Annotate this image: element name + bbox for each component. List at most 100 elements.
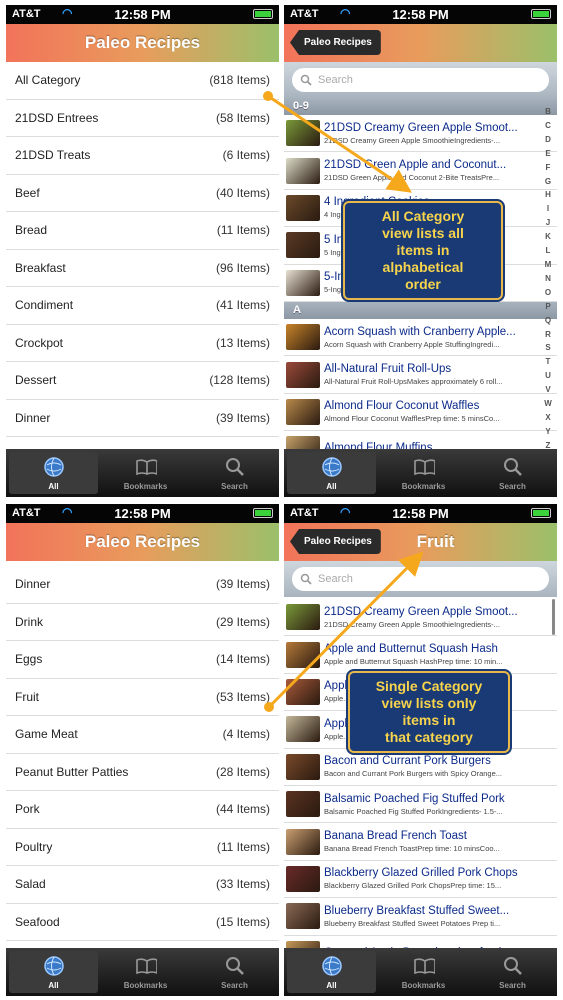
category-row[interactable]: Dessert (128 Items)	[6, 362, 279, 400]
recipe-text: Almond Flour Coconut Waffles Almond Flour…	[324, 400, 532, 423]
index-letter[interactable]: N	[541, 272, 555, 286]
tab-all[interactable]: All	[9, 452, 98, 494]
search-input[interactable]: Search	[292, 68, 549, 92]
category-list: All Category (818 Items) 21DSD Entrees (58 …	[6, 62, 279, 449]
back-button[interactable]: Paleo Recipes	[290, 30, 381, 55]
category-row[interactable]: 21DSD Treats (6 Items)	[6, 137, 279, 175]
category-row[interactable]: Beef (40 Items)	[6, 175, 279, 212]
recipe-text: Banana Bread French Toast Banana Bread Fr…	[324, 830, 532, 853]
tab-all[interactable]: All	[287, 951, 376, 993]
index-letter[interactable]: W	[541, 397, 555, 411]
category-row[interactable]: Dinner (39 Items)	[6, 400, 279, 437]
index-letter[interactable]: V	[541, 383, 555, 397]
tab-bookmarks[interactable]: Bookmarks	[101, 948, 190, 996]
tab-search[interactable]: Search	[190, 948, 279, 996]
alphabet-index[interactable]: BCDEFGHIJKLMNOPQRSTUVWXYZ	[541, 105, 555, 453]
category-row[interactable]: Fruit (53 Items)	[6, 679, 279, 716]
index-letter[interactable]: R	[541, 328, 555, 342]
callout-line: Single Category	[375, 678, 483, 694]
index-letter[interactable]: B	[541, 105, 555, 119]
recipe-row[interactable]: Apple and Butternut Squash Hash Apple and…	[284, 636, 557, 674]
tab-bookmarks[interactable]: Bookmarks	[101, 449, 190, 497]
recipe-text: Balsamic Poached Fig Stuffed Pork Balsami…	[324, 793, 532, 816]
recipe-subtitle: Banana Bread French ToastPrep time: 10 m…	[324, 844, 500, 854]
tab-all[interactable]: All	[9, 951, 98, 993]
category-row[interactable]: Condiment (41 Items)	[6, 287, 279, 325]
index-letter[interactable]: X	[541, 411, 555, 425]
recipe-row[interactable]: 21DSD Creamy Green Apple Smoot... 21DSD C…	[284, 115, 557, 153]
tab-search[interactable]: Search	[468, 449, 557, 497]
index-letter[interactable]: E	[541, 147, 555, 161]
recipe-thumbnail	[286, 903, 320, 930]
index-letter[interactable]: O	[541, 286, 555, 300]
index-letter[interactable]: K	[541, 230, 555, 244]
index-letter[interactable]: J	[541, 216, 555, 230]
index-letter[interactable]: U	[541, 369, 555, 383]
category-row[interactable]: Poultry (11 Items)	[6, 829, 279, 866]
recipe-row[interactable]: Acorn Squash with Cranberry Apple... Acor…	[284, 319, 557, 357]
index-letter[interactable]: L	[541, 244, 555, 258]
index-letter[interactable]: T	[541, 355, 555, 369]
recipe-row[interactable]: Banana Bread French Toast Banana Bread Fr…	[284, 823, 557, 861]
recipe-row[interactable]: Blackberry Glazed Grilled Pork Chops Blac…	[284, 861, 557, 899]
index-letter[interactable]: S	[541, 341, 555, 355]
recipe-row[interactable]: Almond Flour Muffins	[284, 431, 557, 449]
index-letter[interactable]: D	[541, 133, 555, 147]
category-row[interactable]: Drink (29 Items)	[6, 604, 279, 641]
recipe-row[interactable]: Balsamic Poached Fig Stuffed Pork Balsami…	[284, 786, 557, 824]
index-letter[interactable]: Q	[541, 314, 555, 328]
index-letter[interactable]: H	[541, 188, 555, 202]
tab-search[interactable]: Search	[468, 948, 557, 996]
recipe-text: Apple and Butternut Squash Hash Apple and…	[324, 643, 532, 666]
recipe-row[interactable]: Caramel Apple Pancakes (nut free)	[284, 936, 557, 948]
category-row[interactable]: 21DSD Entrees (58 Items)	[6, 100, 279, 137]
tab-bookmarks[interactable]: Bookmarks	[379, 948, 468, 996]
recipe-row[interactable]: 21DSD Green Apple and Coconut... 21DSD Gr…	[284, 152, 557, 190]
recipe-text: 21DSD Creamy Green Apple Smoot... 21DSD C…	[324, 122, 532, 145]
search-input[interactable]: Search	[292, 567, 549, 591]
recipe-row[interactable]: Blueberry Breakfast Stuffed Sweet... Blue…	[284, 898, 557, 936]
tab-label: All	[48, 980, 59, 990]
tab-label: All	[48, 481, 59, 491]
category-row[interactable]: Seafood (15 Items)	[6, 904, 279, 941]
index-letter[interactable]: P	[541, 300, 555, 314]
index-letter[interactable]: C	[541, 119, 555, 133]
category-row[interactable]: Pork (44 Items)	[6, 791, 279, 829]
category-row[interactable]: Eggs (14 Items)	[6, 641, 279, 679]
category-name: Eggs	[15, 652, 43, 667]
tab-label: Bookmarks	[123, 980, 168, 990]
index-letter[interactable]: I	[541, 202, 555, 216]
recipe-row[interactable]: All-Natural Fruit Roll-Ups All-Natural Fr…	[284, 356, 557, 394]
tab-bookmarks[interactable]: Bookmarks	[379, 449, 468, 497]
category-row[interactable]: Peanut Butter Patties (28 Items)	[6, 754, 279, 791]
index-letter[interactable]: M	[541, 258, 555, 272]
recipe-row[interactable]: 21DSD Creamy Green Apple Smoot... 21DSD C…	[284, 599, 557, 637]
category-count: (41 Items)	[215, 298, 270, 313]
recipe-row[interactable]: Almond Flour Coconut Waffles Almond Flour…	[284, 394, 557, 432]
tab-all[interactable]: All	[287, 452, 376, 494]
page-title: Fruit	[416, 532, 455, 551]
recipe-title: 21DSD Green Apple and Coconut...	[324, 159, 507, 172]
index-letter[interactable]: F	[541, 161, 555, 175]
recipe-row[interactable]: Bacon and Currant Pork Burgers Bacon and …	[284, 749, 557, 786]
tab-search[interactable]: Search	[190, 449, 279, 497]
back-button[interactable]: Paleo Recipes	[290, 529, 381, 554]
category-count: (6 Items)	[222, 148, 270, 163]
category-row[interactable]: Game Meat (4 Items)	[6, 716, 279, 754]
category-row[interactable]: All Category (818 Items)	[6, 62, 279, 100]
recipe-thumbnail	[286, 361, 320, 388]
recipe-thumbnail	[286, 753, 320, 780]
category-row[interactable]: Salad (33 Items)	[6, 866, 279, 904]
category-row[interactable]: Dinner (39 Items)	[6, 566, 279, 604]
category-row[interactable]: Crockpot (13 Items)	[6, 325, 279, 362]
scrollbar[interactable]	[552, 599, 555, 635]
recipe-thumbnail	[286, 232, 320, 259]
category-row[interactable]: Bread (11 Items)	[6, 212, 279, 250]
tab-bar: All Bookmarks Search	[6, 948, 279, 996]
index-letter[interactable]: Y	[541, 425, 555, 439]
status-bar: AT&T ◠ 12:58 PM	[284, 504, 557, 523]
category-row[interactable]: Breakfast (96 Items)	[6, 250, 279, 287]
recipe-text: Bacon and Currant Pork Burgers Bacon and …	[324, 755, 532, 778]
index-letter[interactable]: G	[541, 175, 555, 189]
book-icon	[135, 955, 157, 977]
